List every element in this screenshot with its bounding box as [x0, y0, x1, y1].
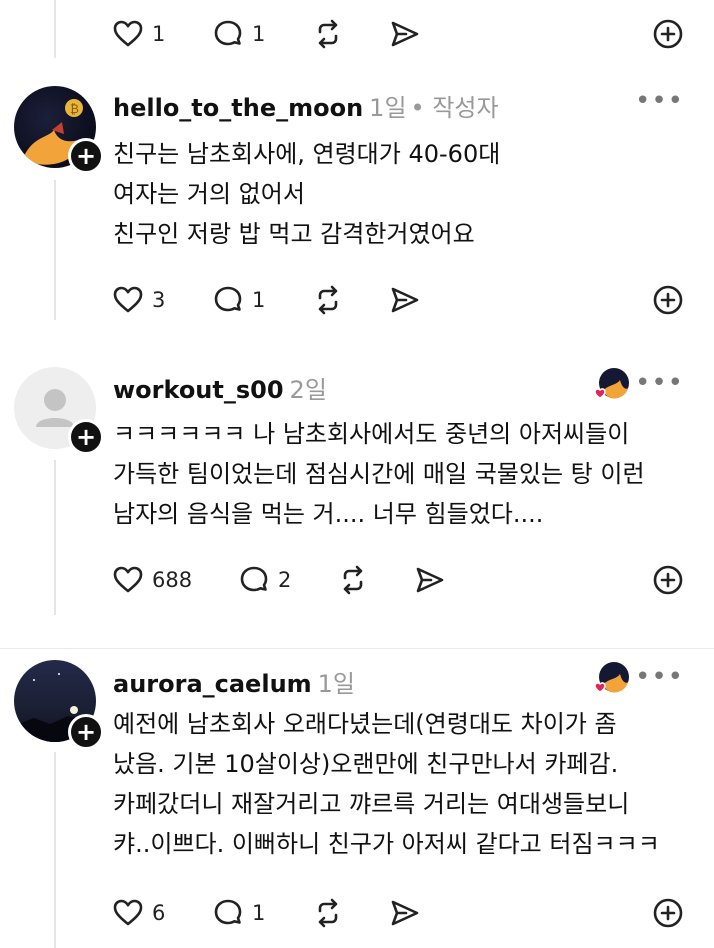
comment-bubble-icon: [238, 564, 270, 596]
timestamp: 1일: [317, 670, 356, 698]
like-button[interactable]: 6: [112, 893, 165, 933]
username[interactable]: aurora_caelum: [113, 670, 312, 698]
repost-icon: [312, 18, 344, 50]
username[interactable]: workout_s00: [113, 376, 284, 404]
comment-bubble-icon: [212, 897, 244, 929]
like-count: 1: [152, 22, 166, 46]
repost-button[interactable]: [312, 280, 344, 320]
reply-button[interactable]: 2: [238, 560, 291, 600]
send-icon: [389, 18, 421, 50]
comment-header: hello_to_the_moon 1일 • 작성자: [113, 88, 499, 123]
heart-icon: [112, 284, 144, 316]
plus-icon: [652, 284, 684, 316]
send-icon: [389, 284, 421, 316]
like-button[interactable]: 1: [112, 14, 165, 54]
reply-count: 1: [252, 22, 266, 46]
timestamp: 1일: [369, 94, 407, 122]
comment-text: 예전에 남초회사 오래다녔는데(연령대도 차이가 좀 났음. 기본 10살이상)…: [113, 710, 660, 858]
follow-button[interactable]: +: [68, 714, 104, 750]
svg-text:₿: ₿: [70, 102, 79, 116]
like-button[interactable]: 688: [112, 560, 192, 600]
add-button[interactable]: [652, 893, 684, 933]
share-button[interactable]: [389, 14, 421, 54]
more-dots-icon[interactable]: •••: [635, 368, 684, 398]
follow-button[interactable]: +: [68, 138, 104, 174]
send-icon: [414, 564, 446, 596]
reply-button[interactable]: 1: [212, 893, 265, 933]
follow-button[interactable]: +: [68, 419, 104, 455]
add-button[interactable]: [652, 560, 684, 600]
action-bar: 1 1: [0, 14, 714, 54]
plus-icon: [652, 897, 684, 929]
repost-icon: [337, 564, 369, 596]
action-bar: 6 1: [0, 893, 714, 933]
heart-icon: [112, 897, 144, 929]
author-badge: • 작성자: [410, 94, 499, 122]
add-button[interactable]: [652, 280, 684, 320]
more-dots-icon[interactable]: •••: [635, 86, 684, 116]
action-bar: 688 2: [0, 560, 714, 600]
comment-text: 친구는 남초회사에, 연령대가 40-60대 여자는 거의 없어서 친구인 저랑…: [113, 140, 501, 248]
repost-icon: [312, 897, 344, 929]
heart-icon: [112, 564, 144, 596]
like-count: 6: [152, 901, 166, 925]
like-count: 688: [152, 568, 193, 592]
plus-icon: [652, 564, 684, 596]
author-liked-avatar: [592, 660, 630, 698]
divider: [0, 648, 714, 649]
like-button[interactable]: 3: [112, 280, 165, 320]
plus-icon: [652, 18, 684, 50]
share-button[interactable]: [389, 280, 421, 320]
comment-text: ㅋㅋㅋㅋㅋㅋ 나 남초회사에서도 중년의 아저씨들이 가득한 팀이었는데 점심시…: [113, 420, 645, 528]
repost-button[interactable]: [312, 14, 344, 54]
comment-bubble-icon: [212, 18, 244, 50]
reply-count: 2: [278, 568, 292, 592]
repost-button[interactable]: [312, 893, 344, 933]
reply-button[interactable]: 1: [212, 14, 265, 54]
share-button[interactable]: [389, 893, 421, 933]
timestamp: 2일: [289, 376, 327, 404]
username[interactable]: hello_to_the_moon: [113, 94, 363, 122]
reply-count: 1: [252, 901, 266, 925]
action-bar: 3 1: [0, 280, 714, 320]
repost-icon: [312, 284, 344, 316]
send-icon: [389, 897, 421, 929]
reply-button[interactable]: 1: [212, 280, 265, 320]
more-dots-icon[interactable]: •••: [635, 662, 684, 692]
author-liked-avatar: [592, 366, 630, 404]
reply-count: 1: [252, 288, 266, 312]
share-button[interactable]: [414, 560, 446, 600]
heart-icon: [112, 18, 144, 50]
comment-header: workout_s00 2일: [113, 370, 327, 405]
comment-bubble-icon: [212, 284, 244, 316]
repost-button[interactable]: [337, 560, 369, 600]
comment-header: aurora_caelum 1일: [113, 664, 355, 699]
add-button[interactable]: [652, 14, 684, 54]
like-count: 3: [152, 288, 166, 312]
